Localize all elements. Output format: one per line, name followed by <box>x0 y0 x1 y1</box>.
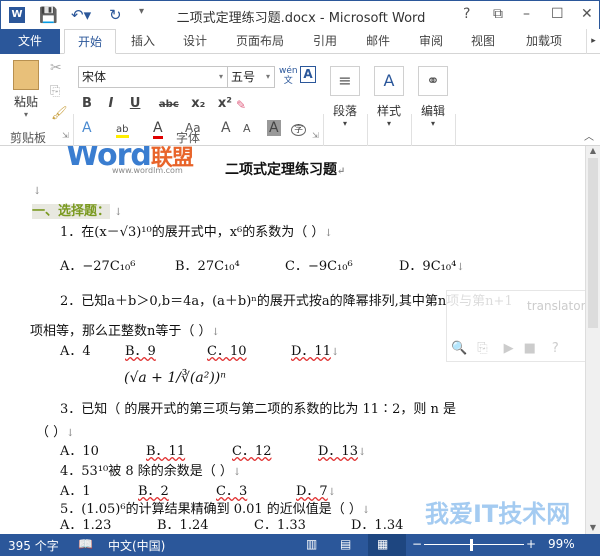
dialog-launcher-icon[interactable]: ⇲ <box>312 131 319 140</box>
copy-icon[interactable]: ⎘ <box>50 84 60 99</box>
zoom-in-button[interactable]: + <box>526 537 536 551</box>
collapse-ribbon-icon[interactable]: ︿ <box>584 128 594 143</box>
binoculars-icon: ⚭ <box>418 66 448 96</box>
question-4: 4．53¹⁰被 8 除的余数是（ ）↓ <box>60 464 242 479</box>
styles-icon: A <box>374 66 404 96</box>
window-title: 二项式定理练习题.docx - Microsoft Word <box>176 11 426 26</box>
dialog-launcher-icon[interactable]: ⇲ <box>62 131 69 140</box>
tab-references[interactable]: 引用 <box>302 29 348 54</box>
clear-formatting-icon[interactable]: ✎ <box>236 98 246 112</box>
web-layout-icon[interactable]: ▦ <box>368 534 406 556</box>
paste-button[interactable]: 粘贴 ▾ <box>10 60 42 119</box>
scroll-down-icon[interactable]: ▼ <box>586 523 600 532</box>
scroll-up-icon[interactable]: ▲ <box>586 146 600 155</box>
question-3-cont: （ ）↓ <box>36 425 75 440</box>
lookup-icon[interactable]: 🔍 <box>451 341 467 356</box>
status-bar: 395 个字 📖 中文(中国) ▥ ▤ ▦ − + 99% <box>0 534 600 556</box>
character-shading-button[interactable]: A <box>267 120 281 136</box>
print-layout-icon[interactable]: ▤ <box>340 537 351 551</box>
font-size-select[interactable]: 五号 ▾ <box>227 66 275 88</box>
tab-page-layout[interactable]: 页面布局 <box>228 29 292 54</box>
enclose-characters-button[interactable]: 字 <box>291 124 307 136</box>
word-count[interactable]: 395 个字 <box>8 537 59 554</box>
phonetic-guide-button[interactable]: wén 文 <box>279 66 298 86</box>
character-border-button[interactable]: A <box>300 66 316 83</box>
close-icon[interactable]: ✕ <box>581 6 593 22</box>
tab-insert[interactable]: 插入 <box>120 29 166 54</box>
read-mode-icon[interactable]: ▥ <box>306 537 317 551</box>
watermark: 我爱IT技术网 <box>425 500 571 528</box>
ribbon-tabs: 文件 开始 插入 设计 页面布局 引用 邮件 审阅 视图 加载项 ▸ <box>0 29 600 54</box>
clipboard-group-label: 剪贴板 <box>10 131 47 145</box>
text-effects-button[interactable]: A <box>82 120 92 136</box>
font-color-button[interactable]: A <box>152 120 163 139</box>
clipboard-icon <box>13 60 39 90</box>
vertical-scrollbar[interactable]: ▲ ▼ <box>585 146 600 534</box>
copy-icon[interactable]: ⎘ <box>477 341 487 356</box>
ribbon: 粘贴 ▾ ✂ ⎘ 🖌 剪贴板 ⇲ 宋体 ▾ 五号 ▾ wén 文 A B I U ab… <box>0 54 600 198</box>
question-1: 1．在(x－√3)¹⁰的展开式中，x⁶的系数为（ ）↓ <box>60 225 333 240</box>
translator-panel[interactable]: translator 🔍 ⎘ ▶ ■? <box>446 290 600 362</box>
paragraph-icon: ≡ <box>330 66 360 96</box>
question-2: 2．已知a＋b＞0,b＝4a，(a＋b)ⁿ的展开式按a的降幂排列,其中第n项与第… <box>60 294 513 309</box>
tab-file[interactable]: 文件 <box>0 29 60 54</box>
zoom-slider[interactable] <box>424 544 524 545</box>
question-3-options: A．10 B．11 C．12 D．13↓ <box>60 444 367 459</box>
styles-button[interactable]: A 样式 ▾ <box>374 66 404 128</box>
font-group-label: 字体 <box>176 131 201 145</box>
zoom-slider-thumb[interactable] <box>470 539 473 551</box>
help-icon[interactable]: ? <box>552 341 559 356</box>
tab-review[interactable]: 审阅 <box>408 29 454 54</box>
section-heading: 一、选择题： ↓ <box>32 204 123 219</box>
stop-icon[interactable]: ■ <box>524 341 536 356</box>
grow-font-button[interactable]: A <box>221 120 231 136</box>
question-1-options: A．−27C₁₀⁶ B．27C₁₀⁴ C．−9C₁₀⁶ D．9C₁₀⁴↓ <box>60 259 465 274</box>
tab-home[interactable]: 开始 <box>64 29 116 54</box>
highlight-button[interactable]: ab <box>116 124 129 138</box>
question-2-options: A．4 B．9 C．10 D．11↓ <box>60 344 340 359</box>
editing-button[interactable]: ⚭ 编辑 ▾ <box>418 66 448 128</box>
question-5-options: A．1.23 B．1.24 C．1.33 D．1.34 <box>60 518 404 533</box>
tabs-scroll-right-icon[interactable]: ▸ <box>586 29 600 54</box>
tab-addins[interactable]: 加载项 <box>516 29 572 54</box>
zoom-level[interactable]: 99% <box>548 537 575 551</box>
italic-button[interactable]: I <box>108 96 113 111</box>
question-5: 5．(1.05)⁶的计算结果精确到 0.01 的近似值是（ ）↓ <box>60 502 371 517</box>
format-painter-icon[interactable]: 🖌 <box>51 106 68 121</box>
bold-button[interactable]: B <box>82 96 92 111</box>
proofing-icon[interactable]: 📖 <box>78 537 93 551</box>
language[interactable]: 中文(中国) <box>108 537 165 554</box>
logo-url: www.wordlm.com <box>112 166 183 175</box>
maximize-icon[interactable]: ☐ <box>551 6 564 22</box>
subscript-button[interactable]: x₂ <box>191 96 205 111</box>
strikethrough-button[interactable]: abc <box>159 99 179 110</box>
font-name-select[interactable]: 宋体 ▾ <box>78 66 228 88</box>
cut-icon[interactable]: ✂ <box>50 60 62 76</box>
document-title: 二项式定理练习题↵ <box>225 162 346 178</box>
scroll-thumb[interactable] <box>588 158 598 328</box>
tab-design[interactable]: 设计 <box>172 29 218 54</box>
zoom-out-button[interactable]: − <box>412 537 422 551</box>
question-3-formula: (√a + 1/∛(a²))ⁿ <box>124 370 226 386</box>
question-3: 3．已知（ 的展开式的第三项与第二项的系数的比为 11∶2，则 n 是 <box>60 402 456 417</box>
minimize-icon[interactable]: – <box>523 6 530 22</box>
tab-view[interactable]: 视图 <box>460 29 506 54</box>
help-icon[interactable]: ? <box>463 6 470 22</box>
title-bar: W 💾 ↶▾ ↻ ▾ 二项式定理练习题.docx - Microsoft Wor… <box>0 0 600 29</box>
shrink-font-button[interactable]: A <box>243 122 251 135</box>
tab-mailings[interactable]: 邮件 <box>355 29 401 54</box>
question-4-options: A．1 B．2 C．3 D．7↓ <box>60 484 337 499</box>
underline-button[interactable]: U <box>130 96 141 111</box>
question-2-cont: 项相等，那么正整数n等于（ ）↓ <box>30 324 220 339</box>
play-icon[interactable]: ▶ <box>504 341 514 356</box>
paragraph-button[interactable]: ≡ 段落 ▾ <box>330 66 360 128</box>
ribbon-display-icon[interactable]: ⧉ <box>493 6 503 22</box>
superscript-button[interactable]: x² <box>218 96 232 111</box>
